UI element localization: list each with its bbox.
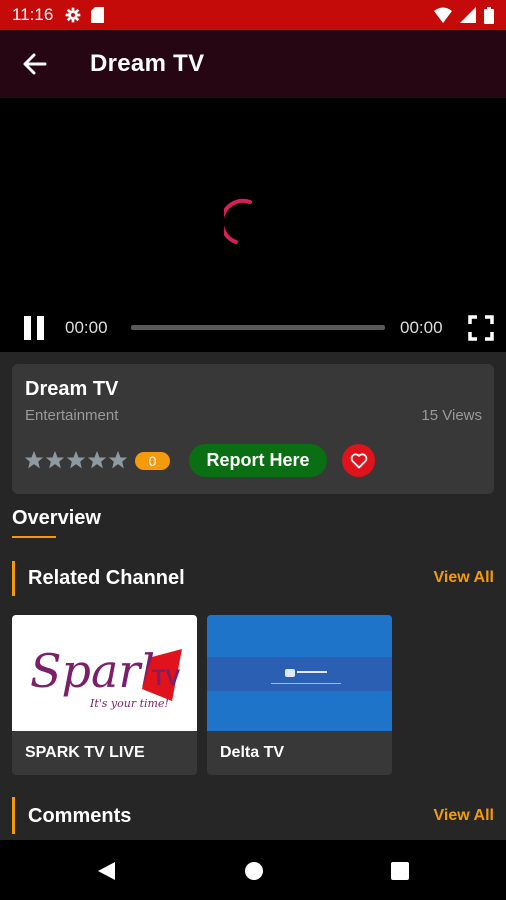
battery-icon (484, 6, 494, 24)
rating-count-badge: 0 (135, 452, 170, 470)
player-controls: 00:00 00:00 (0, 312, 506, 344)
comments-title: Comments (28, 805, 132, 827)
tab-indicator (12, 536, 56, 538)
page-title: Dream TV (90, 50, 205, 77)
channel-category: Entertainment (25, 407, 119, 424)
duration-time: 00:00 (400, 318, 443, 337)
channel-info-card: Dream TV Entertainment 15 Views 0 Report… (12, 364, 494, 494)
home-circle-icon[interactable] (243, 860, 265, 882)
fullscreen-button[interactable] (468, 315, 494, 341)
section-accent-bar (12, 797, 15, 834)
pause-button[interactable] (24, 316, 46, 340)
related-view-all-link[interactable]: View All (434, 569, 494, 587)
star-icon[interactable] (45, 450, 65, 470)
tab-overview[interactable]: Overview (12, 507, 101, 530)
star-icon[interactable] (66, 450, 86, 470)
spark-tv-logo: Spark TV It's your time! (30, 644, 182, 710)
back-triangle-icon[interactable] (95, 860, 117, 882)
current-time: 00:00 (65, 318, 108, 337)
heart-icon (350, 452, 367, 468)
status-icons-right (434, 6, 494, 24)
delta-tv-banner (207, 657, 392, 691)
channel-card-delta[interactable]: Delta TV (207, 615, 392, 775)
svg-text:TV: TV (152, 665, 180, 690)
channel-card-label: SPARK TV LIVE (25, 744, 145, 761)
channel-thumbnail (207, 615, 392, 731)
status-time: 11:16 (12, 5, 54, 24)
system-nav-bar (0, 840, 506, 900)
svg-text:It's your time!: It's your time! (89, 697, 169, 710)
status-icons-left (65, 7, 105, 23)
loading-spinner (224, 198, 252, 244)
back-button[interactable] (0, 30, 70, 98)
channel-name: Dream TV (25, 378, 119, 400)
favorite-button[interactable] (342, 444, 375, 477)
status-bar: 11:16 (0, 0, 506, 30)
channel-thumbnail: Spark TV It's your time! (12, 615, 197, 731)
wifi-icon (434, 7, 452, 23)
star-icon[interactable] (24, 450, 44, 470)
seek-bar[interactable] (131, 325, 385, 330)
section-accent-bar (12, 561, 15, 596)
recents-square-icon[interactable] (389, 860, 411, 882)
star-icon[interactable] (108, 450, 128, 470)
channel-card-label: Delta TV (220, 744, 285, 761)
view-count: 15 Views (421, 407, 482, 424)
comments-view-all-link[interactable]: View All (434, 807, 494, 825)
rating-stars[interactable] (24, 450, 128, 470)
report-button[interactable]: Report Here (189, 444, 327, 477)
arrow-left-icon (23, 53, 47, 75)
fullscreen-icon (468, 315, 494, 341)
star-icon[interactable] (87, 450, 107, 470)
related-channel-title: Related Channel (28, 567, 185, 589)
signal-icon (460, 7, 476, 23)
sd-card-icon (91, 7, 105, 23)
channel-card-spark[interactable]: Spark TV It's your time! SPARK TV LIVE (12, 615, 197, 775)
app-bar: Dream TV (0, 30, 506, 98)
settings-icon (65, 7, 81, 23)
